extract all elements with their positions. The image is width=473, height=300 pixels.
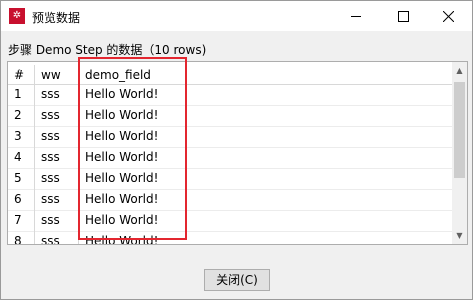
title-bar[interactable]: ✲ 预览数据 <box>1 1 472 31</box>
row-index: 6 <box>8 189 35 210</box>
minimize-button[interactable] <box>334 1 380 31</box>
row-index: 1 <box>8 84 35 105</box>
cell-demo-field: Hello World! <box>85 234 159 245</box>
cell-ww: sss <box>35 126 79 147</box>
cell-ww: sss <box>35 84 79 105</box>
cell-demo-field: Hello World! <box>85 108 159 122</box>
table-row[interactable]: 3 sss Hello World! <box>8 126 452 148</box>
close-icon <box>443 11 454 22</box>
table-row[interactable]: 7 sss Hello World! <box>8 210 452 232</box>
row-index: 8 <box>8 231 35 244</box>
close-window-button[interactable] <box>426 1 472 31</box>
column-header-ww[interactable]: ww <box>35 65 79 86</box>
data-table[interactable]: ^ # ww demo_field 1 sss Hello World! 2 s… <box>7 61 468 245</box>
cell-demo-field: Hello World! <box>85 150 159 164</box>
sort-caret-icon: ^ <box>16 68 23 77</box>
minimize-icon <box>351 16 361 17</box>
column-header-demo-field[interactable]: demo_field <box>79 65 452 86</box>
cell-demo-field: Hello World! <box>85 192 159 206</box>
maximize-button[interactable] <box>380 1 426 31</box>
cell-demo-field: Hello World! <box>85 87 159 101</box>
cell-ww: sss <box>35 168 79 189</box>
app-logo-icon: ✲ <box>9 8 25 24</box>
cell-ww: sss <box>35 231 79 244</box>
window-title: 预览数据 <box>32 11 81 25</box>
table-row[interactable]: 2 sss Hello World! <box>8 105 452 127</box>
row-index: 5 <box>8 168 35 189</box>
scroll-up-icon[interactable]: ▲ <box>452 62 467 79</box>
row-index: 3 <box>8 126 35 147</box>
data-caption: 步骤 Demo Step 的数据（10 rows) <box>8 43 207 57</box>
cell-ww: sss <box>35 105 79 126</box>
preview-data-window: ✲ 预览数据 步骤 Demo Step 的数据（10 rows) ^ # ww … <box>0 0 473 300</box>
cell-ww: sss <box>35 210 79 231</box>
table-row[interactable]: 6 sss Hello World! <box>8 189 452 211</box>
cell-ww: sss <box>35 147 79 168</box>
table-header: ^ # ww demo_field <box>8 62 452 86</box>
table-row[interactable]: 1 sss Hello World! <box>8 84 452 106</box>
scroll-thumb[interactable] <box>454 82 465 178</box>
table-row[interactable]: 8 sss Hello World! <box>8 231 452 245</box>
cell-demo-field: Hello World! <box>85 129 159 143</box>
table-row[interactable]: 5 sss Hello World! <box>8 168 452 190</box>
column-header-index[interactable]: ^ # <box>8 65 35 86</box>
row-index: 7 <box>8 210 35 231</box>
table-row[interactable]: 4 sss Hello World! <box>8 147 452 169</box>
row-index: 4 <box>8 147 35 168</box>
vertical-scrollbar[interactable]: ▲ ▼ <box>452 62 467 244</box>
maximize-icon <box>398 11 409 22</box>
cell-demo-field: Hello World! <box>85 171 159 185</box>
cell-ww: sss <box>35 189 79 210</box>
scroll-down-icon[interactable]: ▼ <box>452 227 467 244</box>
close-button[interactable]: 关闭(C) <box>204 269 270 291</box>
row-index: 2 <box>8 105 35 126</box>
cell-demo-field: Hello World! <box>85 213 159 227</box>
